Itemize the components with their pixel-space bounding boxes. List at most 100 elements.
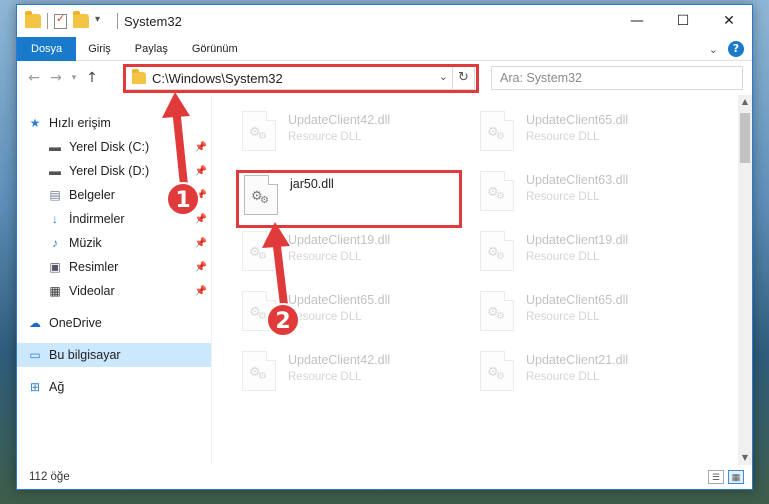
title-bar: ▾ System32 — ☐ ✕ — [17, 5, 752, 37]
drive-icon: ▬ — [49, 164, 61, 178]
file-type: Resource DLL — [288, 311, 362, 323]
help-icon[interactable]: ? — [728, 41, 744, 57]
back-arrow-icon[interactable]: ← — [23, 70, 45, 86]
sidebar-item-music[interactable]: ♪ Müzik 📌 — [17, 231, 211, 255]
expand-ribbon-icon[interactable]: ⌄ — [709, 43, 718, 56]
file-type: Resource DLL — [526, 371, 600, 383]
sidebar-item-label: İndirmeler — [69, 212, 125, 226]
file-type: Resource DLL — [288, 251, 362, 263]
file-type: Resource DLL — [288, 131, 362, 143]
file-name: UpdateClient65.dll — [288, 293, 391, 307]
close-button[interactable]: ✕ — [706, 5, 752, 37]
search-input[interactable]: Ara: System32 — [491, 66, 743, 90]
file-item[interactable]: ⚙ ⚙ UpdateClient19.dll Resource DLL — [242, 231, 462, 287]
navigation-bar: ← → ▾ ↑ C:\Windows\System32 ⌄ ↻ Ara: Sys… — [17, 61, 752, 95]
customize-toolbar-icon[interactable]: ▾ — [95, 14, 111, 28]
file-list: ⚙ ⚙ UpdateClient42.dll Resource DLL ⚙ ⚙ Upd… — [212, 95, 752, 465]
file-type: Resource DLL — [526, 251, 600, 263]
sidebar-item-label: Ağ — [49, 380, 65, 394]
sidebar-item-this-pc[interactable]: ▭ Bu bilgisayar — [17, 343, 211, 367]
item-count: 112 öğe — [29, 471, 70, 483]
details-view-icon[interactable]: ☰ — [708, 470, 724, 484]
drive-icon: ▬ — [49, 140, 61, 154]
maximize-button[interactable]: ☐ — [660, 5, 706, 37]
properties-icon[interactable] — [54, 12, 67, 29]
file-explorer-window: ▾ System32 — ☐ ✕ Dosya Giriş Paylaş Görü… — [16, 4, 753, 490]
sidebar-item-label: Müzik — [69, 236, 102, 250]
sidebar-item-label: OneDrive — [49, 316, 102, 330]
pin-icon: 📌 — [194, 261, 207, 273]
minimize-button[interactable]: — — [614, 5, 660, 37]
file-item[interactable]: ⚙ ⚙ UpdateClient63.dll Resource DLL — [480, 171, 700, 227]
address-bar-highlight — [123, 64, 479, 93]
sidebar-item-videos[interactable]: ▦ Videolar 📌 — [17, 279, 211, 303]
tab-view[interactable]: Görünüm — [180, 37, 250, 61]
main-area: ★ Hızlı erişim ▬ Yerel Disk (C:) 📌 ▬ Yer… — [17, 95, 752, 465]
file-item[interactable]: ⚙ ⚙ UpdateClient65.dll Resource DLL — [480, 291, 700, 347]
dll-file-icon: ⚙ ⚙ — [480, 171, 514, 211]
file-name: UpdateClient19.dll — [288, 233, 391, 247]
recent-locations-icon[interactable]: ▾ — [67, 73, 81, 83]
sidebar-item-network[interactable]: ⊞ Ağ — [17, 375, 211, 399]
tab-file[interactable]: Dosya — [17, 36, 77, 61]
star-icon: ★ — [29, 116, 41, 130]
dll-file-icon: ⚙ ⚙ — [242, 351, 276, 391]
cloud-icon: ☁ — [29, 316, 41, 330]
scroll-down-icon[interactable]: ▼ — [738, 451, 752, 465]
scroll-thumb[interactable] — [740, 113, 750, 163]
dll-file-icon: ⚙ ⚙ — [242, 231, 276, 271]
sidebar-item-label: Yerel Disk (C:) — [69, 140, 150, 154]
file-item[interactable]: ⚙ ⚙ UpdateClient21.dll Resource DLL — [480, 351, 700, 407]
file-item[interactable]: ⚙ ⚙ UpdateClient65.dll Resource DLL — [480, 111, 700, 167]
vertical-scrollbar[interactable]: ▲ ▼ — [738, 95, 752, 465]
pin-icon: 📌 — [194, 165, 207, 177]
dll-file-icon: ⚙ ⚙ — [242, 111, 276, 151]
sidebar-item-label: Yerel Disk (D:) — [69, 164, 150, 178]
up-arrow-icon[interactable]: ↑ — [81, 70, 103, 86]
divider — [47, 13, 48, 29]
scroll-up-icon[interactable]: ▲ — [738, 95, 752, 109]
view-buttons: ☰ ▦ — [708, 470, 744, 484]
tab-share[interactable]: Paylaş — [123, 37, 180, 61]
ribbon-right-controls: ⌄ ? — [709, 41, 744, 57]
sidebar-item-pictures[interactable]: ▣ Resimler 📌 — [17, 255, 211, 279]
download-icon: ↓ — [52, 212, 58, 226]
sidebar-item-label: Resimler — [69, 260, 119, 274]
documents-icon: ▤ — [49, 188, 61, 202]
forward-arrow-icon[interactable]: → — [45, 70, 67, 86]
file-type: Resource DLL — [526, 191, 600, 203]
sidebar-item-onedrive[interactable]: ☁ OneDrive — [17, 311, 211, 335]
window-title: System32 — [124, 13, 182, 29]
sidebar-item-local-disk-c[interactable]: ▬ Yerel Disk (C:) 📌 — [17, 135, 211, 159]
dll-file-icon: ⚙ ⚙ — [480, 231, 514, 271]
step-1-badge: 1 — [166, 182, 200, 216]
new-folder-icon[interactable] — [73, 11, 89, 28]
folder-icon — [25, 11, 41, 28]
ribbon-tabs: Dosya Giriş Paylaş Görünüm ⌄ ? — [17, 36, 752, 61]
videos-icon: ▦ — [49, 284, 61, 298]
tab-home[interactable]: Giriş — [76, 37, 123, 61]
sidebar-item-local-disk-d[interactable]: ▬ Yerel Disk (D:) 📌 — [17, 159, 211, 183]
file-type: Resource DLL — [288, 371, 362, 383]
pin-icon: 📌 — [194, 237, 207, 249]
music-icon: ♪ — [52, 236, 58, 250]
file-item[interactable]: ⚙ ⚙ UpdateClient42.dll Resource DLL — [242, 111, 462, 167]
network-icon: ⊞ — [29, 380, 41, 394]
dll-file-icon: ⚙ ⚙ — [480, 291, 514, 331]
file-item[interactable]: ⚙ ⚙ UpdateClient42.dll Resource DLL — [242, 351, 462, 407]
tiles-view-icon[interactable]: ▦ — [728, 470, 744, 484]
dll-file-icon: ⚙ ⚙ — [480, 111, 514, 151]
sidebar-item-label: Belgeler — [69, 188, 115, 202]
pin-icon: 📌 — [194, 141, 207, 153]
file-name: UpdateClient21.dll — [526, 353, 629, 367]
quick-access-toolbar: ▾ — [17, 11, 118, 29]
file-name: UpdateClient63.dll — [526, 173, 629, 187]
file-type: Resource DLL — [526, 311, 600, 323]
pin-icon: 📌 — [194, 285, 207, 297]
sidebar-item-label: Hızlı erişim — [49, 116, 111, 130]
sidebar-item-quick-access[interactable]: ★ Hızlı erişim — [17, 111, 211, 135]
divider — [117, 13, 118, 29]
pin-icon: 📌 — [194, 213, 207, 225]
navigation-pane: ★ Hızlı erişim ▬ Yerel Disk (C:) 📌 ▬ Yer… — [17, 95, 212, 465]
file-item[interactable]: ⚙ ⚙ UpdateClient19.dll Resource DLL — [480, 231, 700, 287]
